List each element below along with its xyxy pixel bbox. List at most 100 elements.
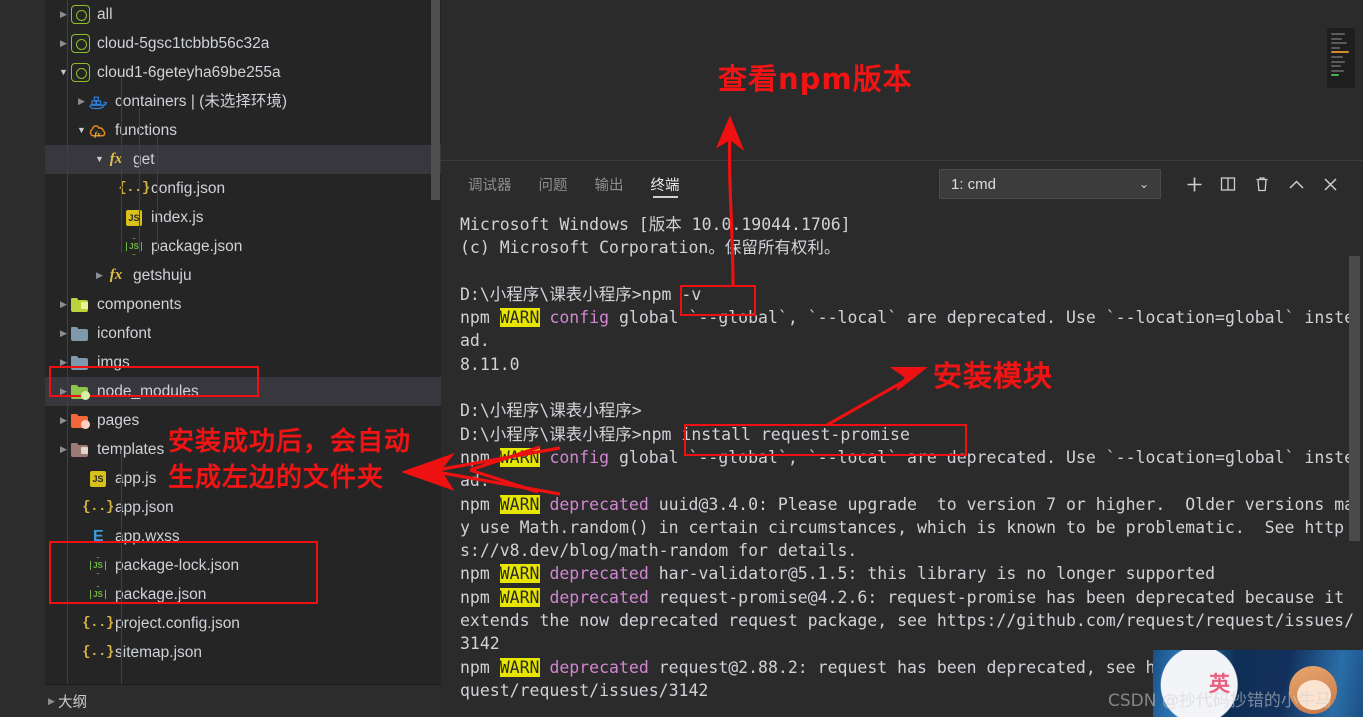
file-icon-wrap: fx <box>88 121 108 141</box>
tree-item-app-json[interactable]: {..} app.json <box>45 493 441 522</box>
terminal-line: D:\小程序\课表小程序> <box>460 399 1363 422</box>
minimap-line-highlight <box>1331 51 1349 54</box>
panel-tabs[interactable]: 调试器 问题 输出 终端 <box>468 161 680 207</box>
chevron-right-icon[interactable]: ▶ <box>93 261 106 290</box>
tree-item-get[interactable]: ▼ fx get <box>45 145 441 174</box>
tree-item-components[interactable]: ▶ components <box>45 290 441 319</box>
json-braces-icon: {..} <box>82 644 114 660</box>
tree-item-getshuju[interactable]: ▶ fx getshuju <box>45 261 441 290</box>
warn-badge: WARN <box>499 494 540 514</box>
chevron-right-icon[interactable]: ▶ <box>57 435 70 464</box>
file-tree[interactable]: ▶ all ▶ cloud-5gsc1tcbbb56c32a ▼ cloud1-6gete… <box>45 0 441 684</box>
minimap-line <box>1331 55 1343 58</box>
chevron-right-icon[interactable]: ▶ <box>57 319 70 348</box>
new-terminal-icon[interactable] <box>1177 167 1211 201</box>
explorer-scrollbar[interactable] <box>430 0 441 684</box>
tree-item-label: iconfont <box>97 325 152 342</box>
terminal-output[interactable]: Microsoft Windows [版本 10.0.19044.1706] (c… <box>441 207 1363 717</box>
tree-item-imgs[interactable]: ▶ imgs <box>45 348 441 377</box>
tree-item-package-json[interactable]: JS package.json <box>45 580 441 609</box>
term-text: har-validator@5.1.5: this library is no … <box>648 564 1216 584</box>
chevron-down-icon[interactable]: ▼ <box>75 116 88 145</box>
tree-item-iconfont[interactable]: ▶ iconfont <box>45 319 441 348</box>
kill-terminal-icon[interactable] <box>1245 167 1279 201</box>
term-text: 8.11.0 <box>460 354 520 374</box>
tree-item-cloud-5gsc1tcbbb56c32a[interactable]: ▶ cloud-5gsc1tcbbb56c32a <box>45 29 441 58</box>
panel-tab-输出[interactable]: 输出 <box>595 161 624 207</box>
tree-item-cloud1-6geteyha69be255a[interactable]: ▼ cloud1-6geteyha69be255a <box>45 58 441 87</box>
containers-icon <box>89 96 108 109</box>
chevron-right-icon[interactable]: ▶ <box>75 87 88 116</box>
panel-tab-问题[interactable]: 问题 <box>539 161 568 207</box>
tree-item-label: package.json <box>115 586 207 603</box>
chevron-down-icon[interactable]: ▼ <box>57 58 70 87</box>
fx-icon: fx <box>109 267 123 283</box>
editor-minimap[interactable] <box>1327 28 1355 88</box>
tree-item-all[interactable]: ▶ all <box>45 0 441 29</box>
bottom-panel[interactable]: 调试器 问题 输出 终端 1: cmd ⌄ Microsoft Windows … <box>441 160 1363 717</box>
activity-bar[interactable] <box>0 0 45 717</box>
file-icon-wrap: fx <box>106 266 126 286</box>
json-braces-icon: {..} <box>82 499 114 515</box>
chevron-down-icon[interactable]: ▼ <box>93 145 106 174</box>
tree-item-package-json[interactable]: JS package.json <box>45 232 441 261</box>
chevron-right-icon[interactable]: ▶ <box>57 0 70 29</box>
warn-badge: WARN <box>499 308 540 328</box>
file-icon-wrap: {..} <box>118 179 150 199</box>
tree-item-label: config.json <box>151 180 226 197</box>
file-icon-wrap: JS <box>88 585 108 605</box>
term-text <box>540 658 550 677</box>
file-icon-wrap: JS <box>88 469 108 489</box>
tree-item-containers-未选择环境-[interactable]: ▶ containers | (未选择环境) <box>45 87 441 116</box>
explorer-panel[interactable]: ▶ all ▶ cloud-5gsc1tcbbb56c32a ▼ cloud1-6gete… <box>45 0 441 684</box>
tree-item-templates[interactable]: ▶ templates <box>45 435 441 464</box>
file-icon-wrap <box>70 382 90 402</box>
file-icon-wrap: JS <box>88 556 108 576</box>
close-panel-icon[interactable] <box>1313 167 1347 201</box>
terminal-line: npm WARN deprecated uuid@3.4.0: Please u… <box>460 493 1363 563</box>
tree-item-sitemap-json[interactable]: {..} sitemap.json <box>45 638 441 667</box>
tree-item-config-json[interactable]: {..} config.json <box>45 174 441 203</box>
tree-item-app-wxss[interactable]: Ǝapp.wxss <box>45 522 441 551</box>
terminal-scrollbar-thumb[interactable] <box>1349 256 1360 541</box>
tree-item-label: templates <box>97 441 165 458</box>
minimap-line <box>1331 69 1345 72</box>
file-icon-wrap <box>70 440 90 460</box>
panel-tab-调试器[interactable]: 调试器 <box>468 161 512 207</box>
tree-item-project-config-json[interactable]: {..} project.config.json <box>45 609 441 638</box>
chevron-right-icon[interactable]: ▶ <box>57 29 70 58</box>
tree-item-app-js[interactable]: JS app.js <box>45 464 441 493</box>
chevron-right-icon[interactable]: ▶ <box>57 406 70 435</box>
tree-item-package-lock-json[interactable]: JS package-lock.json <box>45 551 441 580</box>
folder-pages-icon <box>71 413 90 429</box>
explorer-scrollbar-thumb[interactable] <box>431 0 440 200</box>
chevron-right-icon[interactable]: ▶ <box>57 348 70 377</box>
panel-tab-终端[interactable]: 终端 <box>651 161 680 207</box>
tree-item-node-modules[interactable]: ▶ node_modules <box>45 377 441 406</box>
tree-item-label: all <box>97 6 113 23</box>
terminal-selector-dropdown[interactable]: 1: cmd ⌄ <box>939 169 1161 199</box>
panel-actions[interactable]: 1: cmd ⌄ <box>939 161 1347 207</box>
term-text: D:\小程序\课表小程序> <box>460 401 642 421</box>
chevron-right-icon: ▶ <box>48 696 55 706</box>
chevron-right-icon[interactable]: ▶ <box>57 377 70 406</box>
avatar-label: 英 <box>1209 672 1230 696</box>
tree-item-functions[interactable]: ▼ fx functions <box>45 116 441 145</box>
outline-section[interactable]: ▶ 大纲 <box>45 684 441 717</box>
chevron-right-icon[interactable]: ▶ <box>57 290 70 319</box>
editor-area[interactable] <box>441 0 1363 160</box>
file-icon-wrap <box>70 5 90 25</box>
split-terminal-icon[interactable] <box>1211 167 1245 201</box>
collapse-panel-icon[interactable] <box>1279 167 1313 201</box>
warn-badge: WARN <box>499 657 540 677</box>
tree-item-pages[interactable]: ▶ pages <box>45 406 441 435</box>
file-icon-wrap <box>70 63 90 83</box>
tree-item-label: cloud-5gsc1tcbbb56c32a <box>97 35 270 52</box>
term-text: npm <box>460 447 500 467</box>
tree-item-index-js[interactable]: JS index.js <box>45 203 441 232</box>
terminal-line: Microsoft Windows [版本 10.0.19044.1706] <box>460 213 1363 236</box>
tree-item-label: pages <box>97 412 140 429</box>
